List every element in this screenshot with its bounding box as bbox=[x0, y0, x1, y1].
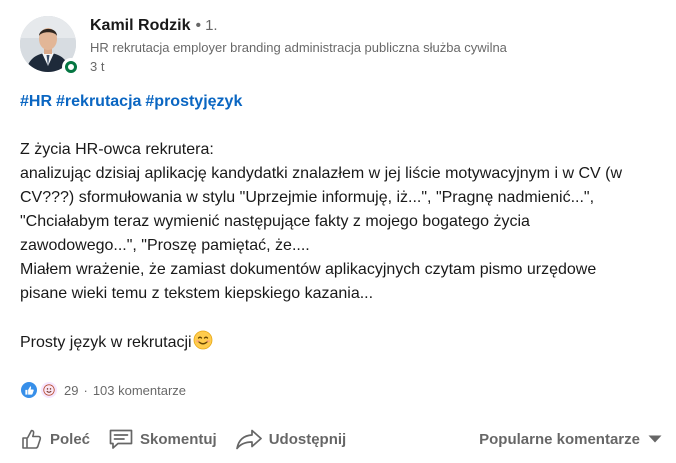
social-dot-separator: · bbox=[83, 382, 88, 398]
insightful-reaction-icon[interactable] bbox=[40, 381, 58, 399]
share-button[interactable]: Udostępnij bbox=[231, 421, 351, 457]
share-label: Udostępnij bbox=[268, 430, 347, 448]
social-counts: 29 · 103 komentarze bbox=[20, 380, 186, 400]
like-button[interactable]: Poleć bbox=[16, 421, 94, 457]
post-text-line: pisane wieki temu z tekstem kiepskiego k… bbox=[20, 285, 374, 302]
post-text-line: analizując dzisiaj aplikację kandydatki … bbox=[20, 165, 622, 182]
comment-icon bbox=[109, 429, 133, 449]
post-text-line: "Chciałabym teraz wymienić następujące f… bbox=[20, 213, 530, 230]
comments-count-link[interactable]: 103 komentarze bbox=[93, 383, 186, 398]
post-closing-line: Prosty język w rekrutacji bbox=[20, 330, 660, 358]
post-text-line: Miałem wrażenie, że zamiast dokumentów a… bbox=[20, 261, 597, 278]
author-headline: HR rekrutacja employer branding administ… bbox=[90, 40, 507, 55]
comment-label: Skomentuj bbox=[140, 430, 217, 448]
post-header: Kamil Rodzik • 1. HR rekrutacja employer… bbox=[20, 14, 660, 80]
thumbs-up-icon bbox=[22, 429, 42, 449]
like-reaction-icon[interactable] bbox=[20, 381, 38, 399]
hashtag-link[interactable]: #prostyjęzyk bbox=[145, 93, 242, 110]
hashtag-link[interactable]: #HR bbox=[20, 93, 52, 110]
author-name-row: Kamil Rodzik • 1. bbox=[90, 14, 660, 38]
sort-label: Popularne komentarze bbox=[479, 430, 640, 448]
hashtags: #HR #rekrutacja #prostyjęzyk bbox=[20, 90, 660, 114]
like-label: Poleć bbox=[50, 430, 91, 448]
post-body: #HR #rekrutacja #prostyjęzyk Z życia HR-ow… bbox=[20, 90, 660, 358]
smiling-face-emoji bbox=[193, 330, 213, 358]
name-separator: • bbox=[195, 17, 202, 34]
comment-button[interactable]: Skomentuj bbox=[104, 421, 221, 457]
online-status-icon bbox=[62, 58, 80, 76]
post-text-line: CV???) sformułowania w stylu "Uprzejmie … bbox=[20, 189, 595, 206]
hashtag-link[interactable]: #rekrutacja bbox=[56, 93, 141, 110]
author-meta: Kamil Rodzik • 1. HR rekrutacja employer… bbox=[90, 14, 660, 75]
comment-sort-dropdown[interactable]: Popularne komentarze bbox=[479, 420, 662, 458]
connection-degree: 1. bbox=[205, 17, 218, 34]
post-actions-bar: Poleć Skomentuj Udostępnij Popularne kom… bbox=[16, 420, 672, 458]
share-arrow-icon bbox=[235, 429, 262, 450]
author-name[interactable]: Kamil Rodzik bbox=[90, 14, 190, 38]
post-text-line: zawodowego...", "Proszę pamiętać, że.... bbox=[20, 237, 310, 254]
author-avatar-container[interactable] bbox=[20, 16, 80, 76]
post-text-line: Z życia HR-owca rekrutera: bbox=[20, 141, 214, 158]
caret-down-icon bbox=[648, 435, 662, 443]
post-timestamp: 3 t bbox=[90, 59, 105, 74]
reaction-count[interactable]: 29 bbox=[64, 383, 78, 398]
post-closing-text: Prosty język w rekrutacji bbox=[20, 334, 192, 351]
